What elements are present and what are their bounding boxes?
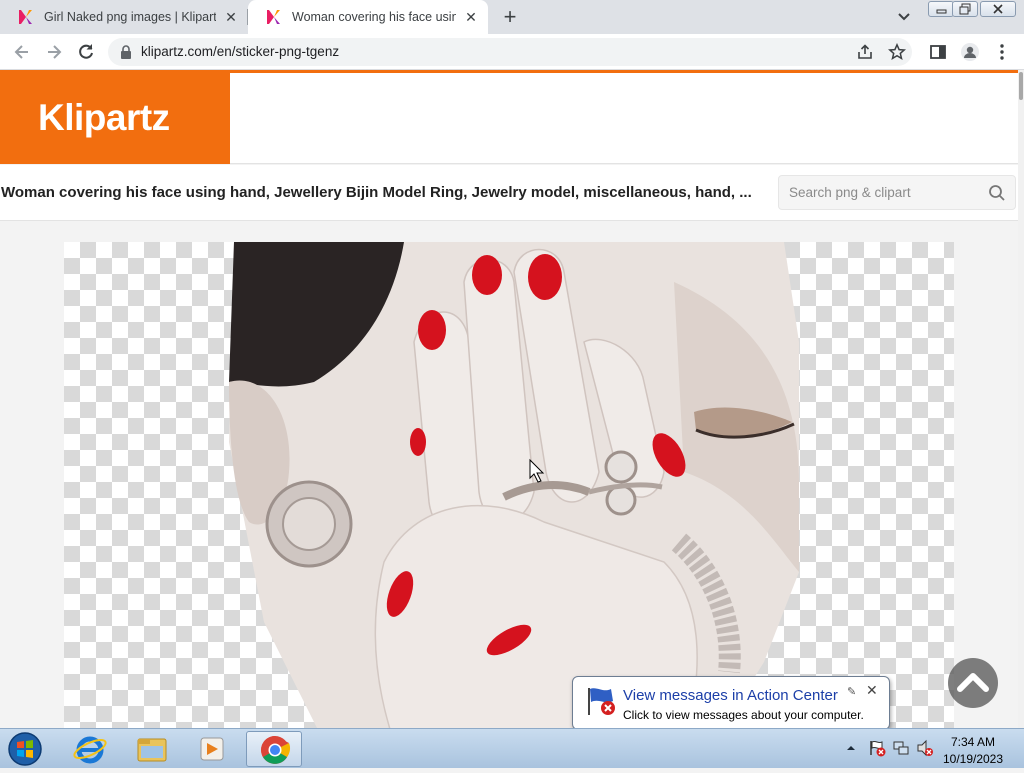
url-text[interactable]: klipartz.com/en/sticker-png-tgenz (141, 44, 339, 59)
clock-date[interactable]: 10/19/2023 (938, 752, 1008, 766)
windows-taskbar: 7:34 AM 10/19/2023 (0, 728, 1024, 768)
tab-woman-covering-face[interactable]: Woman covering his face using h ✕ (248, 0, 488, 34)
klipartz-favicon-icon (267, 10, 280, 24)
network-icon[interactable] (892, 739, 910, 757)
tab-close-icon[interactable]: ✕ (222, 8, 240, 26)
reload-icon[interactable] (76, 42, 96, 62)
action-center-icon[interactable] (868, 739, 886, 757)
bookmark-star-icon[interactable] (888, 43, 906, 61)
volume-muted-icon[interactable] (916, 739, 934, 757)
restore-button[interactable] (952, 1, 978, 17)
lock-icon[interactable] (120, 45, 132, 59)
balloon-close-button[interactable]: ✕ (866, 682, 878, 699)
pin-icon[interactable]: ✎ (847, 685, 856, 698)
woman-covering-face-image[interactable] (64, 242, 954, 728)
media-player-icon (200, 737, 224, 761)
chevron-up-icon (957, 673, 989, 692)
scrollbar-thumb[interactable] (1019, 72, 1023, 100)
restore-icon (959, 3, 971, 15)
page-title: Woman covering his face using hand, Jewe… (1, 184, 752, 201)
chevron-down-icon[interactable] (894, 8, 914, 26)
close-icon (993, 4, 1003, 14)
tab-strip: Girl Naked png images | Klipartz ✕ Woman… (0, 0, 1024, 34)
back-arrow-icon[interactable] (12, 42, 32, 62)
media-player-button[interactable] (184, 731, 240, 767)
search-icon[interactable] (988, 184, 1006, 202)
balloon-text: Click to view messages about your comput… (623, 708, 864, 722)
web-page: Klipartz Woman covering his face using h… (0, 70, 1018, 728)
tab-klipartz-girl[interactable]: Girl Naked png images | Klipartz ✕ (0, 0, 248, 34)
search-box[interactable] (778, 175, 1016, 210)
clipart-preview (64, 242, 954, 728)
site-header: Klipartz (0, 73, 1018, 164)
logo-text[interactable]: Klipartz (38, 97, 170, 139)
file-explorer-icon (137, 738, 167, 762)
action-center-balloon[interactable]: View messages in Action Center Click to … (572, 676, 890, 730)
file-explorer-button[interactable] (124, 731, 180, 767)
profile-avatar-icon[interactable] (960, 42, 980, 62)
menu-dots-icon[interactable] (992, 42, 1012, 62)
clock-time[interactable]: 7:34 AM (938, 735, 1008, 749)
side-panel-icon[interactable] (928, 42, 948, 62)
window-close-button[interactable] (980, 1, 1016, 17)
tab-title: Woman covering his face using h (292, 10, 456, 24)
chrome-taskbar-button[interactable] (246, 731, 302, 767)
tab-close-icon[interactable]: ✕ (462, 8, 480, 26)
address-bar[interactable]: klipartz.com/en/sticker-png-tgenz (108, 38, 912, 66)
new-tab-button[interactable]: + (497, 4, 523, 30)
start-orb-icon[interactable] (2, 730, 48, 768)
search-input[interactable] (779, 176, 979, 209)
title-bar: Woman covering his face using hand, Jewe… (0, 165, 1018, 221)
page-scrollbar[interactable] (1018, 70, 1024, 728)
show-hidden-icons-icon[interactable] (846, 743, 856, 753)
forward-arrow-icon[interactable] (44, 42, 64, 62)
tab-title: Girl Naked png images | Klipartz (44, 10, 216, 24)
minimize-icon (936, 9, 947, 14)
minimize-button[interactable] (928, 1, 954, 17)
browser-toolbar: klipartz.com/en/sticker-png-tgenz (0, 34, 1024, 70)
scroll-to-top-button[interactable] (948, 658, 998, 708)
balloon-title[interactable]: View messages in Action Center (623, 687, 838, 704)
internet-explorer-button[interactable] (62, 731, 118, 767)
share-icon[interactable] (856, 43, 874, 61)
klipartz-favicon-icon (19, 10, 32, 24)
chrome-icon (261, 736, 291, 764)
internet-explorer-icon (73, 736, 107, 764)
site-logo[interactable]: Klipartz (0, 73, 230, 164)
action-center-flag-icon (588, 688, 615, 715)
